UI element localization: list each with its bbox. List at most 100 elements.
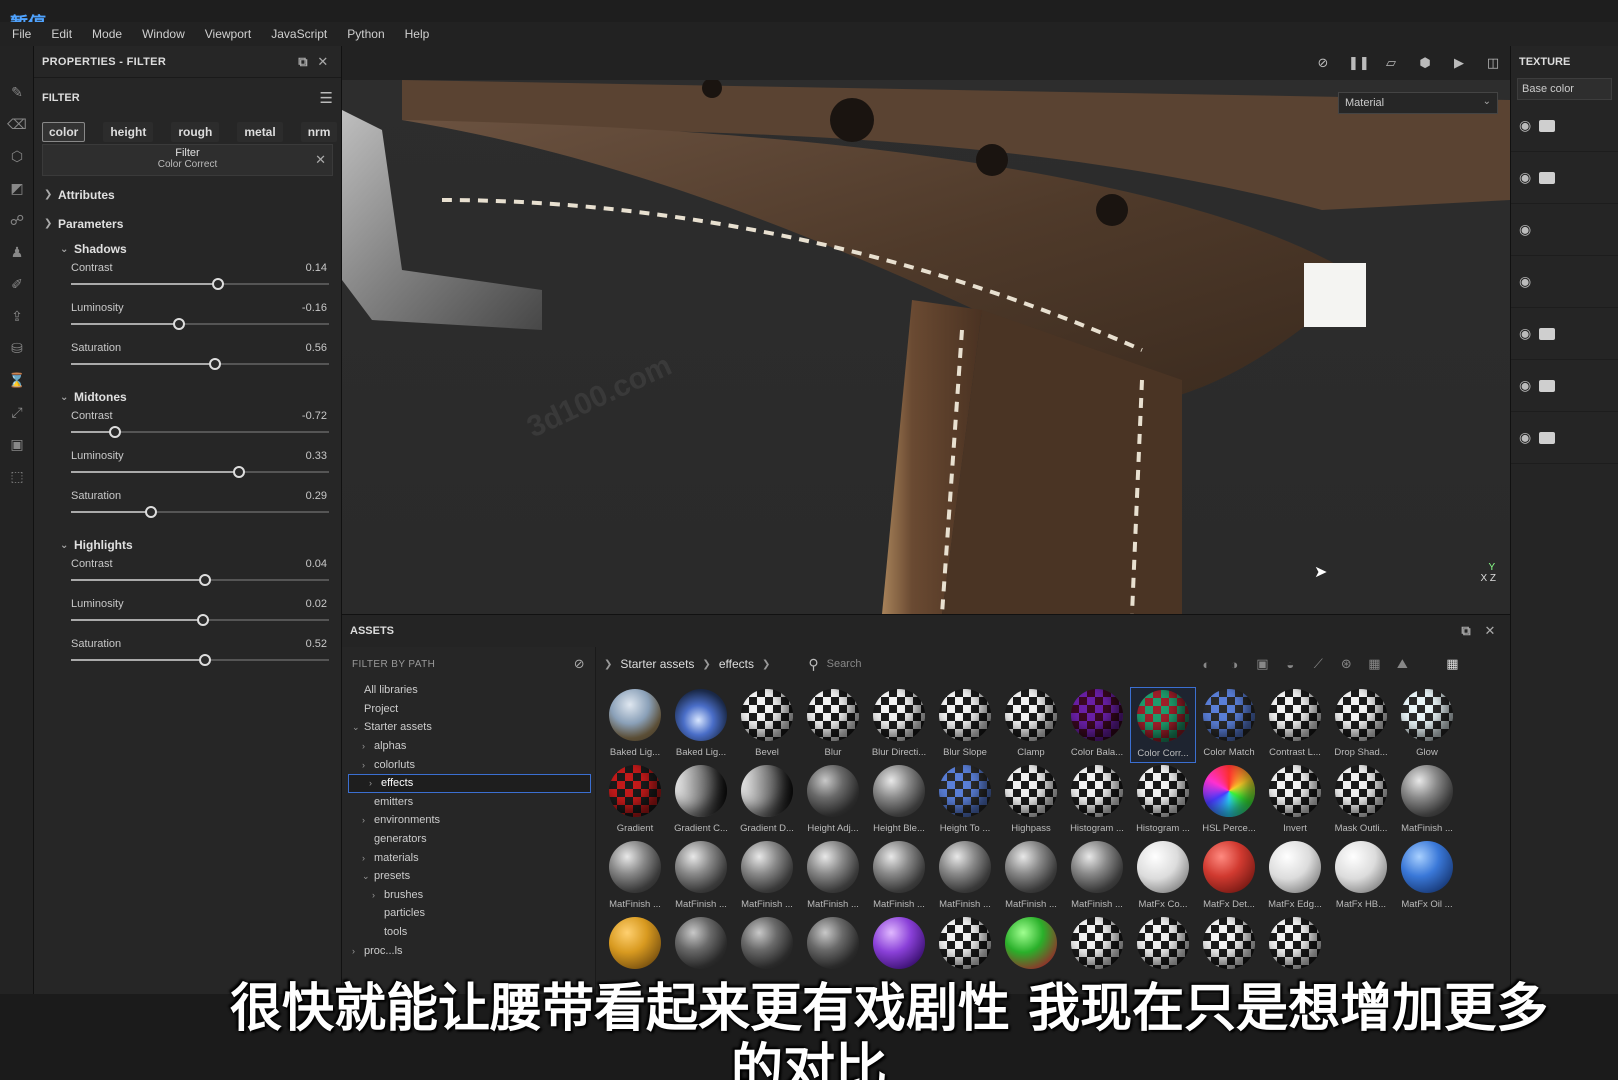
slider-track[interactable] [71, 466, 329, 478]
tree-item-effects[interactable]: › effects [348, 773, 591, 793]
asset-thumbnail[interactable]: Height Adj... [800, 763, 866, 839]
eye-icon[interactable]: ◉ [1519, 325, 1531, 342]
layer-row[interactable]: ◉ [1511, 204, 1618, 256]
asset-thumbnail[interactable]: Height To ... [932, 763, 998, 839]
breadcrumb-starter-assets[interactable]: Starter assets [620, 657, 694, 671]
slider-handle[interactable] [199, 654, 212, 666]
bake-icon[interactable]: ▣ [0, 428, 34, 460]
group-midtones[interactable]: ⌄ Midtones [34, 386, 341, 408]
asset-thumbnail[interactable]: MatFinish ... [998, 839, 1064, 915]
eye-icon[interactable]: ◉ [1519, 221, 1531, 238]
menu-help[interactable]: Help [405, 27, 430, 41]
slider-handle[interactable] [196, 614, 209, 626]
filter-filter-icon[interactable]: ◒ [1280, 657, 1300, 672]
asset-thumbnail[interactable]: Glow [1394, 687, 1460, 763]
asset-thumbnail[interactable]: Mask Outli... [1328, 763, 1394, 839]
menu-edit[interactable]: Edit [51, 27, 72, 41]
channel-tab-color[interactable]: color [42, 122, 86, 142]
eraser-icon[interactable]: ⌫ [0, 108, 34, 140]
maximize-icon[interactable]: ⧉ [293, 54, 313, 70]
breadcrumb-effects[interactable]: effects [719, 657, 754, 671]
asset-thumbnail[interactable]: Color Match [1196, 687, 1262, 763]
channel-tab-height[interactable]: height [103, 122, 154, 142]
tree-item-all-libraries[interactable]: All libraries [342, 681, 595, 700]
layer-row[interactable]: ◉ [1511, 152, 1618, 204]
parameters-section[interactable]: ❯ Parameters [34, 209, 341, 238]
tree-item-presets[interactable]: ⌄ presets [342, 867, 595, 886]
layer-row[interactable]: ◉ [1511, 256, 1618, 308]
asset-thumbnail[interactable]: Bevel [734, 687, 800, 763]
asset-thumbnail[interactable]: Blur Slope [932, 687, 998, 763]
slider-handle[interactable] [209, 358, 222, 370]
menu-python[interactable]: Python [347, 27, 384, 41]
slider-track[interactable] [71, 318, 329, 330]
viewport[interactable]: ⊘ ❚❚ ▱ ⬢ ▶ ◫ 3d100.com ➤ Material ⌄ Y X … [342, 46, 1510, 614]
param-value[interactable]: 0.04 [306, 558, 327, 570]
layer-row[interactable]: ◉ [1511, 100, 1618, 152]
asset-thumbnail[interactable]: MatFx Co... [1130, 839, 1196, 915]
eye-icon[interactable]: ◉ [1519, 429, 1531, 446]
filter-selector[interactable]: Filter Color Correct ✕ [42, 144, 333, 176]
close-icon[interactable]: ✕ [1478, 623, 1502, 639]
tree-item-project[interactable]: Project [342, 700, 595, 719]
tree-item-alphas[interactable]: › alphas [342, 737, 595, 756]
asset-search[interactable]: ⚲ Search [808, 656, 1188, 673]
material-filter-icon[interactable]: ◐ [1196, 657, 1216, 672]
camera-icon[interactable]: ▶ [1450, 55, 1468, 71]
asset-thumbnail[interactable]: MatFinish ... [734, 839, 800, 915]
asset-thumbnail[interactable]: Histogram ... [1064, 763, 1130, 839]
attributes-section[interactable]: ❯ Attributes [34, 180, 341, 209]
asset-thumbnail[interactable]: HSL Perce... [1196, 763, 1262, 839]
2d-view-icon[interactable]: ▱ [1382, 55, 1400, 71]
tree-item-environments[interactable]: › environments [342, 811, 595, 830]
tree-item-colorluts[interactable]: › colorluts [342, 755, 595, 774]
clone-stamp-icon[interactable]: ♟ [0, 236, 34, 268]
group-highlights[interactable]: ⌄ Highlights [34, 534, 341, 556]
asset-thumbnail[interactable]: Gradient D... [734, 763, 800, 839]
channel-tab-metal[interactable]: metal [237, 122, 283, 142]
menu-javascript[interactable]: JavaScript [271, 27, 327, 41]
param-value[interactable]: -0.72 [302, 410, 327, 422]
param-value[interactable]: 0.33 [306, 450, 327, 462]
menu-file[interactable]: File [12, 27, 31, 41]
asset-thumbnail[interactable]: Baked Lig... [602, 687, 668, 763]
tree-item-brushes[interactable]: › brushes [342, 886, 595, 905]
asset-thumbnail[interactable]: Color Bala... [1064, 687, 1130, 763]
asset-thumbnail[interactable]: Drop Shad... [1328, 687, 1394, 763]
slider-handle[interactable] [232, 466, 245, 478]
tree-item-starter-assets[interactable]: ⌄ Starter assets [342, 718, 595, 737]
mask-filter-icon[interactable]: ▣ [1252, 656, 1272, 672]
3d-scene[interactable]: 3d100.com ➤ [342, 78, 1510, 614]
slider-track[interactable] [71, 426, 329, 438]
asset-thumbnail[interactable]: Clamp [998, 687, 1064, 763]
particle-filter-icon[interactable]: ⊛ [1336, 656, 1356, 672]
close-icon[interactable]: ✕ [313, 54, 333, 70]
menu-icon[interactable]: ☰ [320, 89, 333, 107]
asset-thumbnail[interactable]: MatFx Edg... [1262, 839, 1328, 915]
eye-icon[interactable]: ◉ [1519, 377, 1531, 394]
base-color-select[interactable]: Base color [1517, 78, 1612, 100]
asset-thumbnail[interactable]: MatFinish ... [668, 839, 734, 915]
eye-icon[interactable]: ◉ [1519, 169, 1531, 186]
param-value[interactable]: 0.29 [306, 490, 327, 502]
slider-handle[interactable] [144, 506, 157, 518]
slider-handle[interactable] [108, 426, 121, 438]
tree-item-proc-ls[interactable]: › proc...ls [342, 941, 595, 960]
maximize-icon[interactable]: ⧉ [1454, 623, 1478, 639]
slider-track[interactable] [71, 506, 329, 518]
slider-handle[interactable] [212, 278, 225, 290]
3d-view-icon[interactable]: ⬢ [1416, 55, 1434, 71]
environment-filter-icon[interactable]: ⛰ [1392, 656, 1412, 672]
asset-thumbnail[interactable]: MatFinish ... [800, 839, 866, 915]
asset-thumbnail[interactable]: Baked Lig... [668, 687, 734, 763]
material-picker-icon[interactable]: ⛁ [0, 332, 34, 364]
group-shadows[interactable]: ⌄ Shadows [34, 238, 341, 260]
layer-row[interactable]: ◉ [1511, 360, 1618, 412]
asset-thumbnail[interactable]: Gradient C... [668, 763, 734, 839]
asset-thumbnail[interactable]: Height Ble... [866, 763, 932, 839]
screenshot-icon[interactable]: ◫ [1484, 55, 1502, 71]
asset-thumbnail[interactable]: MatFx Det... [1196, 839, 1262, 915]
asset-thumbnail[interactable]: MatFinish ... [1064, 839, 1130, 915]
param-value[interactable]: 0.14 [306, 262, 327, 274]
transform-icon[interactable]: ⌛ [0, 364, 34, 396]
